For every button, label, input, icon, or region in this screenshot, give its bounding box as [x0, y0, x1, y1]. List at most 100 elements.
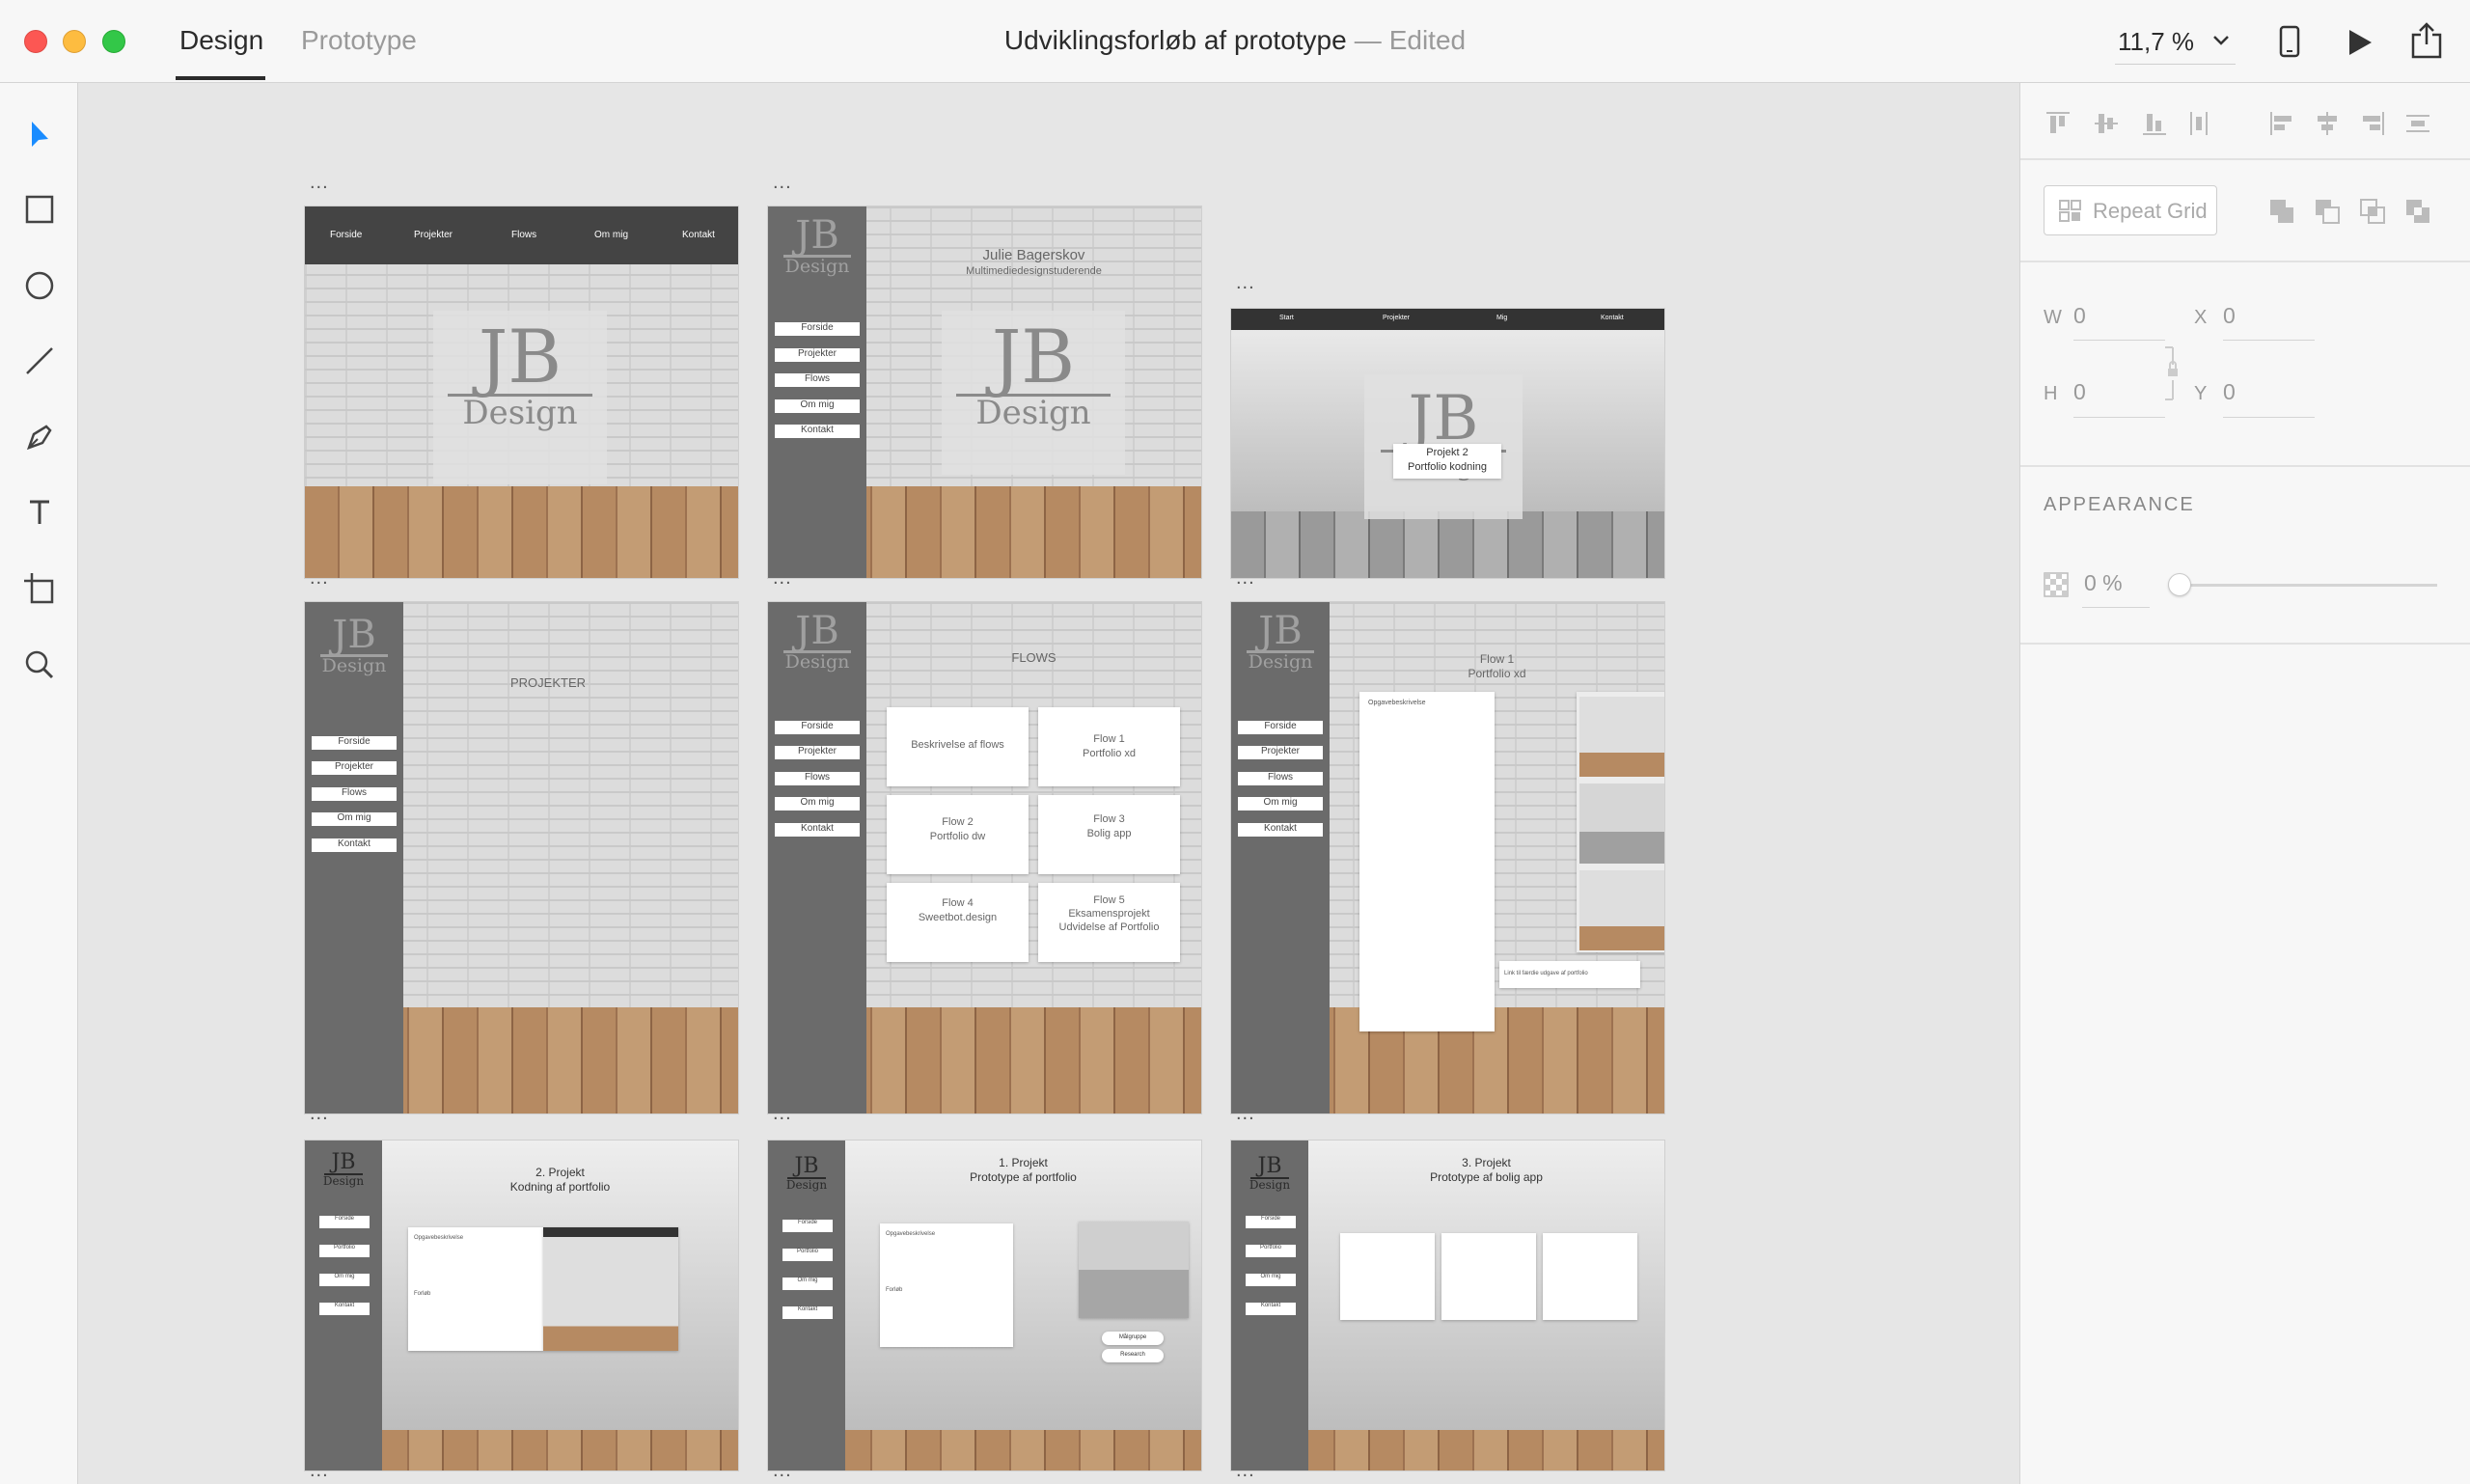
nav-item-forside[interactable]: Forside [330, 230, 362, 240]
chevron-down-icon[interactable] [2211, 31, 2231, 50]
canvas[interactable]: ... Forside Projekter Flows Om mig Konta… [78, 83, 2019, 1484]
side-nav-kontakt[interactable]: Kontakt [1238, 823, 1323, 837]
x-field[interactable]: 0 [2223, 303, 2236, 329]
artboard-tool-icon[interactable] [21, 570, 58, 607]
artboard-menu-dots[interactable]: ... [773, 1461, 792, 1480]
nav-item-start[interactable]: Start [1279, 315, 1294, 321]
artboard-menu-dots[interactable]: ... [1236, 273, 1255, 292]
artboard-projekt-3[interactable]: JB Design Forside Portfolio Om mig Konta… [1231, 1140, 1664, 1470]
repeat-grid-button[interactable]: Repeat Grid [2044, 185, 2217, 235]
artboard-projekt-2[interactable]: JB Design Forside Portfolio Om mig Konta… [305, 1140, 738, 1470]
side-nav-forside[interactable]: Forside [782, 1220, 833, 1232]
artboard-flow-1[interactable]: JB Design Forside Projekter Flows Om mig… [1231, 602, 1664, 1113]
side-nav-om-mig[interactable]: Om mig [782, 1278, 833, 1290]
flow-card[interactable] [1038, 707, 1180, 786]
side-nav-portfolio[interactable]: Portfolio [782, 1249, 833, 1261]
zoom-tool-icon[interactable] [21, 646, 58, 683]
artboard-forside-topnav[interactable]: Forside Projekter Flows Om mig Kontakt J… [305, 206, 738, 578]
height-field[interactable]: 0 [2073, 379, 2086, 405]
width-field[interactable]: 0 [2073, 303, 2086, 329]
side-nav-forside[interactable]: Forside [775, 721, 860, 734]
boolean-exclude-icon[interactable] [2403, 197, 2432, 226]
side-nav-om-mig[interactable]: Om mig [775, 797, 860, 811]
artboard-menu-dots[interactable]: ... [773, 1104, 792, 1123]
lock-aspect-icon[interactable] [2163, 345, 2182, 403]
align-top-icon[interactable] [2044, 109, 2072, 138]
opacity-slider-handle[interactable] [2168, 573, 2191, 596]
artboard-projekter[interactable]: JB Design Forside Projekter Flows Om mig… [305, 602, 738, 1113]
side-nav-forside[interactable]: Forside [319, 1216, 370, 1228]
nav-item-flows[interactable]: Flows [511, 230, 536, 240]
artboard-menu-dots[interactable]: ... [773, 173, 792, 192]
artboard-menu-dots[interactable]: ... [1236, 568, 1255, 588]
side-nav-forside[interactable]: Forside [312, 736, 397, 750]
artboard-menu-dots[interactable]: ... [310, 173, 329, 192]
opacity-slider-track[interactable] [2177, 584, 2437, 587]
artboard-menu-dots[interactable]: ... [773, 568, 792, 588]
line-tool-icon[interactable] [21, 343, 58, 379]
side-nav-projekter[interactable]: Projekter [1238, 746, 1323, 759]
boolean-add-icon[interactable] [2267, 197, 2296, 226]
boolean-intersect-icon[interactable] [2358, 197, 2387, 226]
side-nav-kontakt[interactable]: Kontakt [319, 1303, 370, 1315]
text-tool-icon[interactable] [21, 494, 58, 531]
opacity-field[interactable]: 0 % [2084, 570, 2123, 596]
nav-item-projekter[interactable]: Projekter [414, 230, 453, 240]
align-middle-icon[interactable] [2092, 109, 2121, 138]
rectangle-tool-icon[interactable] [21, 191, 58, 228]
zoom-level[interactable]: 11,7 % [2118, 27, 2194, 57]
select-tool-icon[interactable] [21, 116, 58, 152]
distribute-vertical-icon[interactable] [2184, 109, 2213, 138]
nav-item-mig[interactable]: Mig [1496, 315, 1507, 321]
artboard-menu-dots[interactable]: ... [310, 1461, 329, 1480]
side-nav-om-mig[interactable]: Om mig [1238, 797, 1323, 811]
artboard-menu-dots[interactable]: ... [1236, 1104, 1255, 1123]
side-nav-om-mig[interactable]: Om mig [312, 812, 397, 826]
artboard-forside-sidebar[interactable]: JB Design Forside Projekter Flows Om mig… [768, 206, 1201, 578]
side-nav-forside[interactable]: Forside [1246, 1216, 1296, 1228]
side-nav-kontakt[interactable]: Kontakt [1246, 1303, 1296, 1315]
side-nav-flows[interactable]: Flows [775, 772, 860, 785]
side-nav-flows[interactable]: Flows [1238, 772, 1323, 785]
y-field[interactable]: 0 [2223, 379, 2236, 405]
nav-item-projekter[interactable]: Projekter [1383, 315, 1410, 321]
share-icon[interactable] [2410, 21, 2443, 60]
pen-tool-icon[interactable] [21, 419, 58, 455]
side-nav-flows[interactable]: Flows [312, 787, 397, 801]
nav-item-kontakt[interactable]: Kontakt [1601, 315, 1624, 321]
jb-design-logo: JB Design [783, 213, 851, 277]
artboard-flows[interactable]: JB Design Forside Projekter Flows Om mig… [768, 602, 1201, 1113]
artboard-menu-dots[interactable]: ... [1236, 1461, 1255, 1480]
nav-item-om-mig[interactable]: Om mig [594, 230, 628, 240]
artboard-projekt-1[interactable]: JB Design Forside Portfolio Om mig Konta… [768, 1140, 1201, 1470]
side-nav-forside[interactable]: Forside [1238, 721, 1323, 734]
play-icon[interactable] [2346, 28, 2374, 57]
align-center-icon[interactable] [2313, 109, 2342, 138]
side-nav-kontakt[interactable]: Kontakt [312, 838, 397, 852]
artboard-projekt-2-preview[interactable]: Start Projekter Mig Kontakt JB Design Pr… [1231, 309, 1664, 578]
artboard-menu-dots[interactable]: ... [310, 568, 329, 588]
nav-item-kontakt[interactable]: Kontakt [682, 230, 715, 240]
side-nav-projekter[interactable]: Projekter [312, 761, 397, 775]
align-right-icon[interactable] [2358, 109, 2387, 138]
side-nav-om-mig[interactable]: Om mig [775, 399, 860, 413]
side-nav-kontakt[interactable]: Kontakt [775, 823, 860, 837]
side-nav-forside[interactable]: Forside [775, 322, 860, 336]
side-nav-portfolio[interactable]: Portfolio [1246, 1245, 1296, 1257]
device-preview-icon[interactable] [2279, 25, 2300, 58]
distribute-horizontal-icon[interactable] [2403, 109, 2432, 138]
link-text[interactable]: Link til færdie udgave af portfolio [1504, 971, 1588, 976]
boolean-subtract-icon[interactable] [2313, 197, 2342, 226]
side-nav-projekter[interactable]: Projekter [775, 348, 860, 362]
align-bottom-icon[interactable] [2140, 109, 2169, 138]
side-nav-kontakt[interactable]: Kontakt [782, 1306, 833, 1319]
side-nav-kontakt[interactable]: Kontakt [775, 425, 860, 438]
align-left-icon[interactable] [2267, 109, 2296, 138]
artboard-menu-dots[interactable]: ... [310, 1104, 329, 1123]
side-nav-om-mig[interactable]: Om mig [1246, 1274, 1296, 1286]
ellipse-tool-icon[interactable] [21, 267, 58, 304]
side-nav-projekter[interactable]: Projekter [775, 746, 860, 759]
side-nav-portfolio[interactable]: Portfolio [319, 1245, 370, 1257]
side-nav-flows[interactable]: Flows [775, 373, 860, 387]
side-nav-om-mig[interactable]: Om mig [319, 1274, 370, 1286]
